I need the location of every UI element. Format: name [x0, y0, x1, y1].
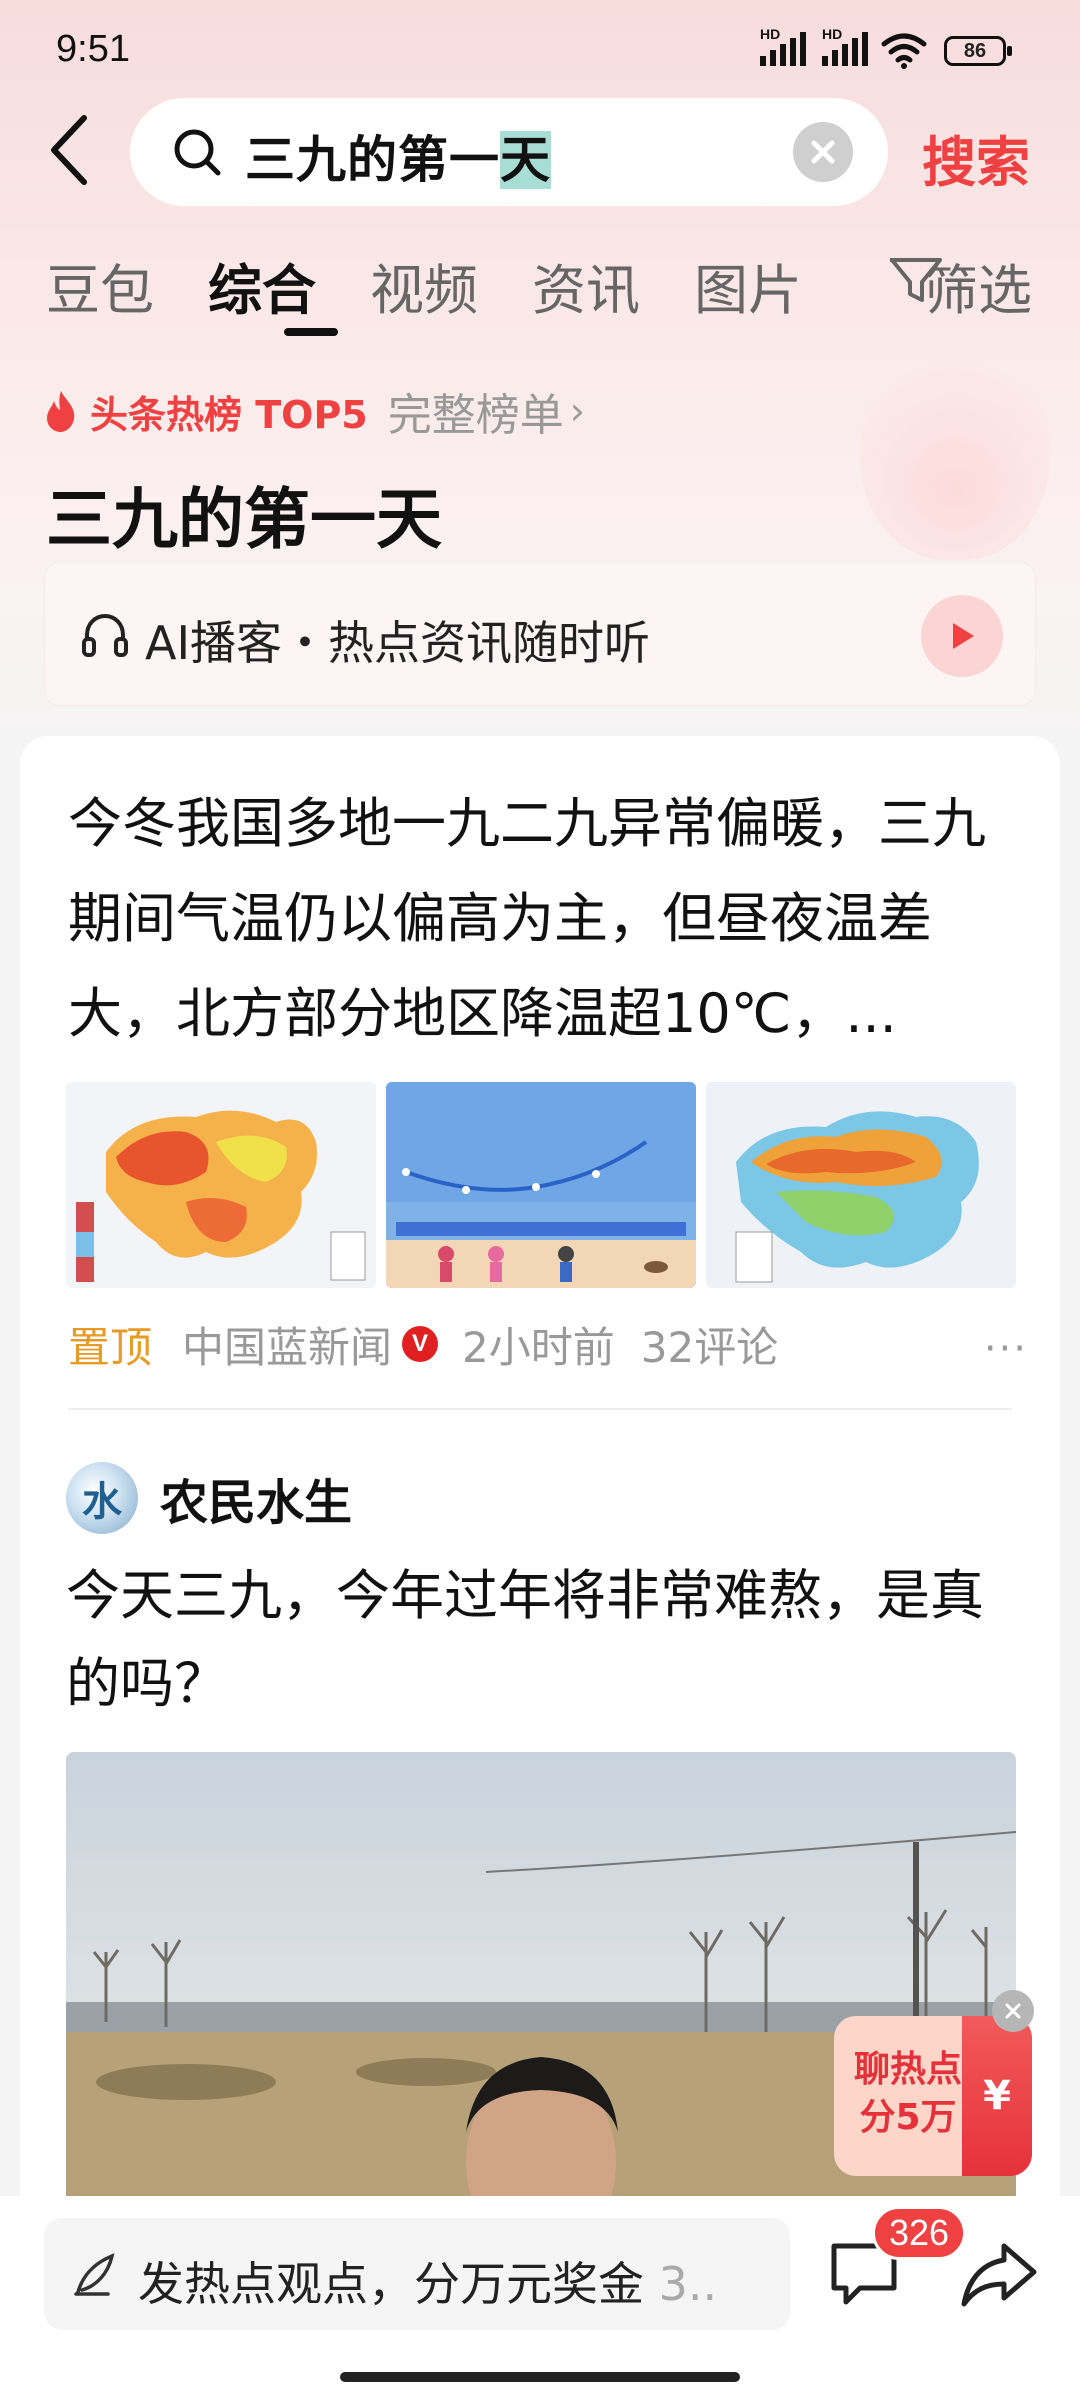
comment-input[interactable]: 发热点观点，分万元奖金 3.. [44, 2218, 790, 2330]
signal-icon [822, 32, 868, 66]
play-button[interactable] [921, 595, 1003, 677]
close-icon[interactable] [992, 1990, 1034, 2032]
pen-icon [74, 2253, 115, 2296]
more-icon[interactable]: ··· [984, 1326, 1028, 1372]
home-indicator[interactable] [340, 2372, 740, 2382]
thumbnail-forecast-map[interactable] [706, 1082, 1016, 1288]
flame-decoration [860, 330, 1050, 560]
clear-icon[interactable] [793, 122, 853, 182]
post-author[interactable]: 水 农民水生 [66, 1460, 352, 1536]
search-icon [174, 129, 221, 176]
search-input[interactable]: 三九的第一天 [130, 98, 888, 206]
chevron-right-icon: › [569, 389, 585, 433]
tab-news[interactable]: 资讯 [532, 246, 640, 325]
reward-floating-badge[interactable]: 聊热点 分5万 ¥ [834, 1990, 1034, 2176]
thumbnail-map-temperature[interactable] [66, 1082, 376, 1288]
active-tab-indicator [284, 328, 338, 336]
publish-time: 2小时前 [462, 1322, 615, 1372]
yuan-icon: ¥ [962, 2016, 1032, 2176]
search-query-selection: 天 [500, 131, 551, 189]
thumbnail-temperature-trend[interactable] [386, 1082, 696, 1288]
flame-icon [47, 391, 75, 432]
status-bar: 9:51 HD HD 86 [0, 0, 1080, 100]
tab-images[interactable]: 图片 [694, 246, 802, 325]
article-thumbnails[interactable] [66, 1082, 1016, 1288]
status-time: 9:51 [56, 28, 130, 70]
hot-rank-row[interactable]: 头条热榜 TOP5 完整榜单 › [44, 386, 585, 441]
search-query[interactable]: 三九的第一天 [245, 120, 551, 192]
close-icon [811, 140, 835, 164]
comment-placeholder-tail: 3.. [658, 2257, 718, 2311]
headphone-icon [82, 613, 128, 657]
post-title[interactable]: 今天三九，今年过年将非常难熬，是真的吗？ [66, 1552, 1026, 1728]
tab-comprehensive[interactable]: 综合 [208, 246, 316, 325]
play-icon [953, 623, 974, 649]
search-tabs: 豆包 综合 视频 资讯 图片 筛选 [46, 246, 1056, 336]
ai-podcast-text: AI播客・热点资讯随时听 [145, 616, 651, 670]
search-button[interactable]: 搜索 [922, 118, 1030, 197]
author-name[interactable]: 农民水生 [160, 1463, 352, 1533]
battery-indicator: 86 [944, 36, 1012, 66]
pinned-label: 置顶 [68, 1322, 153, 1372]
full-list-link[interactable]: 完整榜单 [388, 379, 564, 443]
search-query-text: 三九的第一 [245, 131, 500, 189]
bottom-bar: 发热点观点，分万元奖金 3.. 326 [0, 2196, 1080, 2400]
comment-count-badge: 326 [872, 2206, 967, 2260]
tab-video[interactable]: 视频 [370, 246, 478, 325]
hot-rank-label: 头条热榜 TOP5 [90, 392, 368, 437]
reward-line-1: 聊热点 [853, 2049, 962, 2090]
wifi-icon [881, 33, 927, 69]
tab-filter[interactable]: 筛选 [924, 246, 1032, 325]
source-name[interactable]: 中国蓝新闻 [182, 1314, 392, 1375]
ai-podcast-bar[interactable]: AI播客・热点资讯随时听 [44, 562, 1036, 706]
avatar[interactable]: 水 [66, 1462, 138, 1534]
tab-doubao[interactable]: 豆包 [46, 246, 154, 325]
comment-placeholder: 发热点观点，分万元奖金 3.. [138, 2248, 717, 2314]
share-icon[interactable] [960, 2240, 1038, 2308]
signal-icon [760, 32, 806, 66]
reward-line-2: 分5万 [859, 2097, 957, 2138]
comment-placeholder-text: 发热点观点，分万元奖金 [138, 2257, 644, 2311]
hot-topic-title[interactable]: 三九的第一天 [46, 466, 442, 562]
divider [68, 1408, 1012, 1410]
reward-text: 聊热点 分5万 [848, 2046, 968, 2142]
back-icon[interactable] [40, 110, 100, 190]
article-title[interactable]: 今冬我国多地一九二九异常偏暖，三九期间气温仍以偏高为主，但昼夜温差大，北方部分地… [68, 776, 1018, 1061]
article-meta: 置顶 中国蓝新闻 V 2小时前 32评论 ··· [68, 1314, 1028, 1374]
comment-count: 32评论 [640, 1322, 779, 1372]
verified-badge: V [402, 1326, 439, 1362]
